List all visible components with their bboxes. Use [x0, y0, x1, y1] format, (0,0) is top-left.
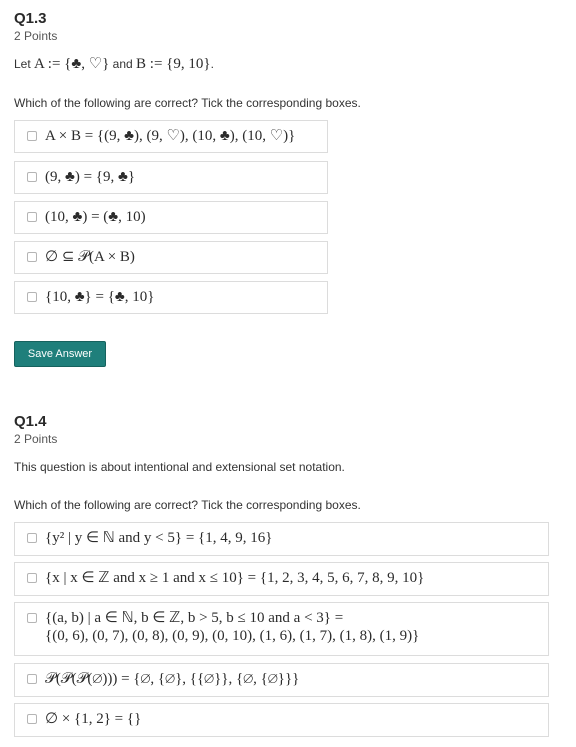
prompt-text: . — [210, 57, 214, 71]
prompt-text: and — [109, 57, 137, 71]
checkbox[interactable] — [27, 172, 37, 182]
question-points: 2 Points — [14, 432, 58, 446]
answer-option[interactable]: (10, ♣) = (♣, 10) — [14, 201, 328, 234]
checkbox[interactable] — [27, 573, 37, 583]
answer-option[interactable]: 𝒫(𝒫(𝒫(∅))) = {∅, {∅}, {{∅}}, {∅, {∅}}} — [14, 663, 549, 697]
question-instruction: Which of the following are correct? Tick… — [14, 498, 361, 512]
answer-option[interactable]: {(a, b) | a ∈ ℕ, b ∈ ℤ, b > 5, b ≤ 10 an… — [14, 602, 549, 656]
save-answer-button[interactable]: Save Answer — [14, 341, 106, 367]
question-q1-4: Q1.4 2 Points This question is about int… — [14, 413, 554, 737]
option-text: 𝒫(𝒫(𝒫(∅))) = {∅, {∅}, {{∅}}, {∅, {∅}}} — [45, 671, 300, 687]
question-prompt: Let A := {♣, ♡} and B := {9, 10}. — [14, 56, 214, 72]
option-text: {10, ♣} = {♣, 10} — [45, 289, 155, 305]
checkbox[interactable] — [27, 252, 37, 262]
checkbox[interactable] — [27, 613, 37, 623]
answer-option[interactable]: ∅ ⊆ 𝒫(A × B) — [14, 241, 328, 274]
answer-option[interactable]: A × B = {(9, ♣), (9, ♡), (10, ♣), (10, ♡… — [14, 120, 328, 153]
question-q1-3: Q1.3 2 Points Let A := {♣, ♡} and B := {… — [14, 10, 554, 367]
checkbox[interactable] — [27, 131, 37, 141]
question-title: Q1.3 — [14, 10, 47, 27]
option-text: ∅ × {1, 2} = {} — [45, 711, 142, 727]
question-points: 2 Points — [14, 29, 58, 43]
answer-option[interactable]: {10, ♣} = {♣, 10} — [14, 281, 328, 314]
answer-option[interactable]: ∅ × {1, 2} = {} — [14, 703, 549, 737]
option-text-line: {(0, 6), (0, 7), (0, 8), (0, 9), (0, 10)… — [45, 628, 420, 644]
question-intro: This question is about intentional and e… — [14, 460, 345, 474]
set-b-definition: B := {9, 10} — [136, 56, 211, 72]
set-a-definition: A := {♣, ♡} — [34, 56, 110, 72]
checkbox[interactable] — [27, 212, 37, 222]
question-title: Q1.4 — [14, 413, 47, 430]
answer-option[interactable]: {y² | y ∈ ℕ and y < 5} = {1, 4, 9, 16} — [14, 522, 549, 556]
checkbox[interactable] — [27, 292, 37, 302]
prompt-text: Let — [14, 57, 35, 71]
option-text: {(a, b) | a ∈ ℕ, b ∈ ℤ, b > 5, b ≤ 10 an… — [45, 609, 419, 645]
option-text: A × B = {(9, ♣), (9, ♡), (10, ♣), (10, ♡… — [45, 128, 296, 144]
option-text: (10, ♣) = (♣, 10) — [45, 209, 146, 225]
checkbox[interactable] — [27, 533, 37, 543]
checkbox[interactable] — [27, 714, 37, 724]
option-text-line: {(a, b) | a ∈ ℕ, b ∈ ℤ, b > 5, b ≤ 10 an… — [45, 610, 344, 626]
answer-option[interactable]: {x | x ∈ ℤ and x ≥ 1 and x ≤ 10} = {1, 2… — [14, 562, 549, 596]
option-text: ∅ ⊆ 𝒫(A × B) — [45, 249, 135, 265]
question-instruction: Which of the following are correct? Tick… — [14, 96, 361, 110]
checkbox[interactable] — [27, 674, 37, 684]
option-text: (9, ♣) = {9, ♣} — [45, 169, 136, 185]
option-text: {x | x ∈ ℤ and x ≥ 1 and x ≤ 10} = {1, 2… — [45, 570, 425, 586]
answer-option[interactable]: (9, ♣) = {9, ♣} — [14, 161, 328, 194]
option-text: {y² | y ∈ ℕ and y < 5} = {1, 4, 9, 16} — [45, 530, 273, 546]
